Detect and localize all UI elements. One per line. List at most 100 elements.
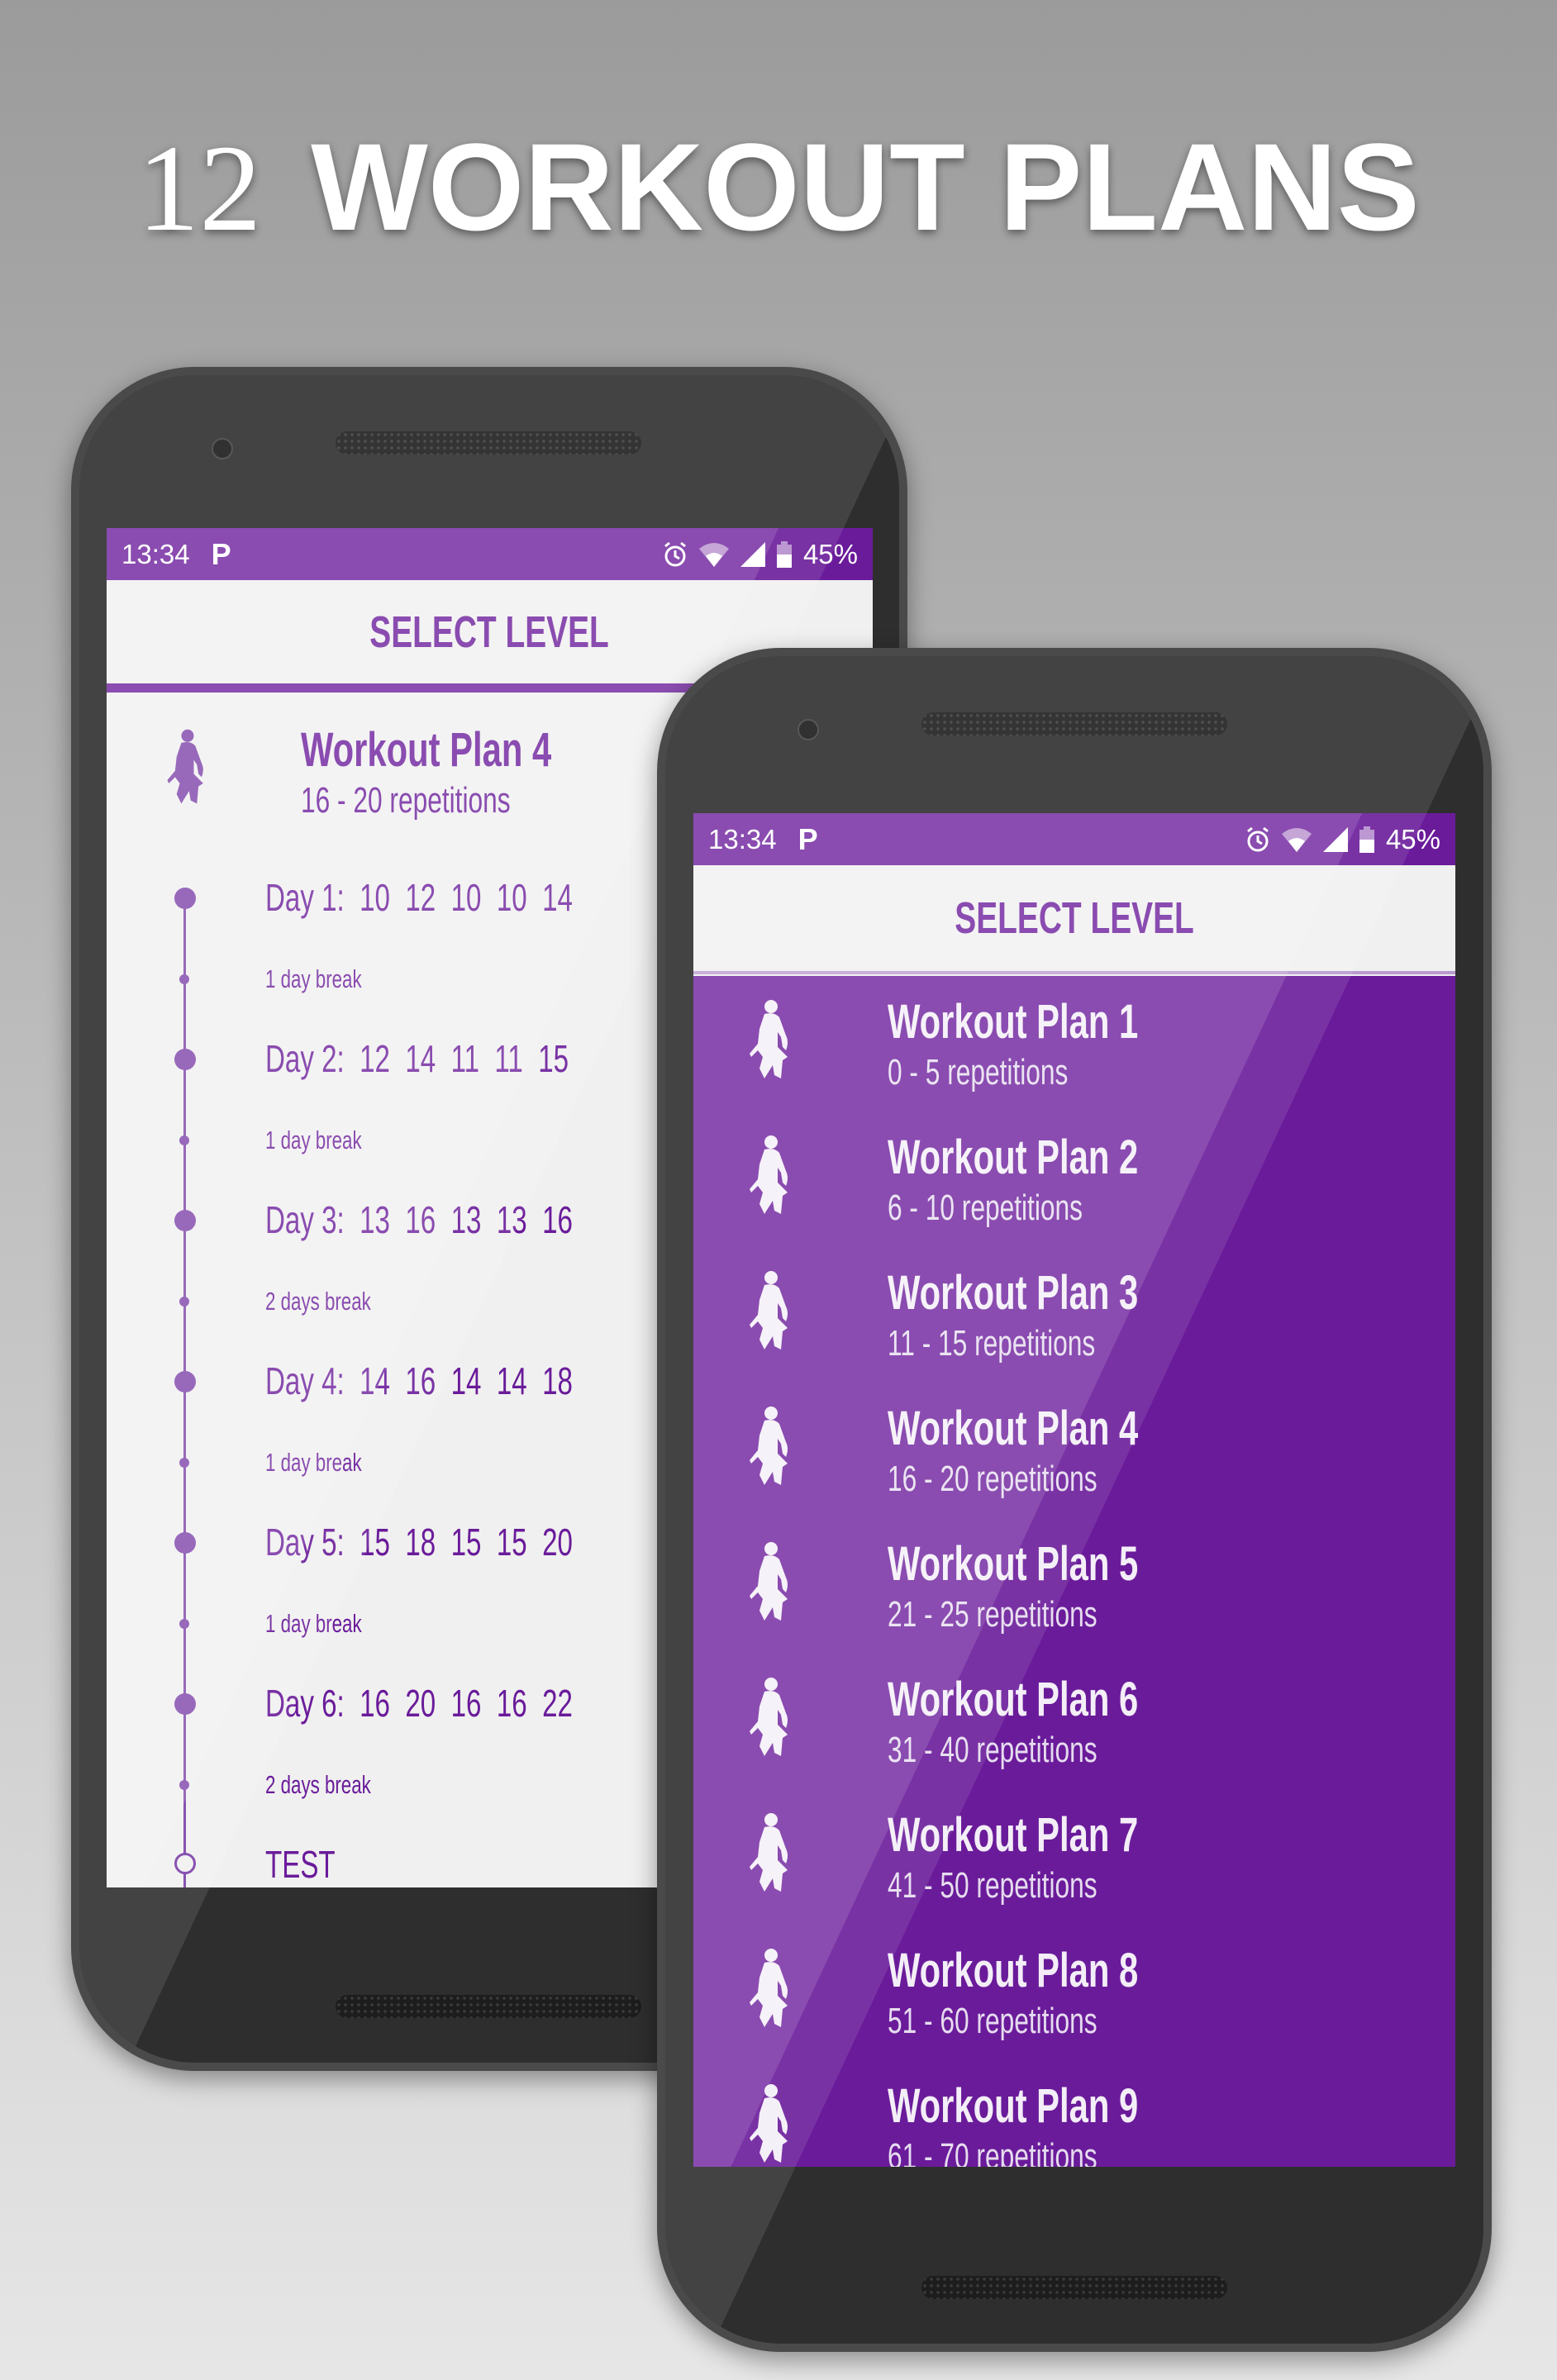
day-label: Day 6: <box>265 1682 345 1725</box>
plan-title: Workout Plan 9 <box>888 2079 1139 2133</box>
front-screen: 13:34 P 45% SELECT LEVEL Workout Plan 1 … <box>693 813 1455 2167</box>
alarm-icon <box>1247 826 1269 851</box>
wifi-icon <box>1281 827 1312 852</box>
timeline-break-dot <box>179 1135 189 1145</box>
athlete-icon <box>741 1135 799 1217</box>
timeline-break-dot <box>179 974 189 984</box>
day-label: Day 5: <box>265 1521 345 1564</box>
timeline-day-dot <box>174 888 196 909</box>
timeline-break: 2 days break <box>265 1287 371 1316</box>
timeline-day-dot <box>174 1210 196 1231</box>
plan-subtitle: 6 - 10 repetitions <box>888 1188 1083 1228</box>
day-reps: 15 18 15 15 20 <box>359 1521 573 1564</box>
plan-title: Workout Plan 8 <box>888 1944 1139 1997</box>
athlete-icon <box>741 1812 799 1895</box>
page-title: SELECT LEVEL <box>955 893 1194 943</box>
status-time: 13:34 <box>708 823 777 854</box>
timeline-day-dot <box>174 1371 196 1392</box>
plan-item[interactable]: Workout Plan 4 16 - 20 repetitions <box>693 1383 1455 1518</box>
timeline-day-dot <box>174 1693 196 1715</box>
notification-icon: P <box>211 536 231 571</box>
timeline-day[interactable]: Day 1: 10 12 10 10 14 <box>265 875 693 920</box>
plan-subtitle: 41 - 50 repetitions <box>888 1865 1098 1906</box>
plan-item[interactable]: Workout Plan 5 21 - 25 repetitions <box>693 1518 1455 1654</box>
status-time: 13:34 <box>121 538 190 569</box>
plan-item[interactable]: Workout Plan 6 31 - 40 repetitions <box>693 1654 1455 1789</box>
test-marker <box>174 1853 196 1874</box>
athlete-icon <box>160 726 214 809</box>
athlete-icon <box>741 1406 799 1488</box>
athlete-icon <box>741 1541 799 1624</box>
day-reps: 10 12 10 10 14 <box>359 876 573 919</box>
timeline-day[interactable]: Day 6: 16 20 16 16 22 <box>265 1681 693 1726</box>
timeline-break-dot <box>179 1780 189 1790</box>
front-phone: 13:34 P 45% SELECT LEVEL Workout Plan 1 … <box>657 648 1492 2352</box>
signal-icon <box>740 541 765 567</box>
plan-title: Workout Plan 6 <box>888 1673 1139 1726</box>
timeline-break: 1 day break <box>265 1609 362 1638</box>
plan-title: Workout Plan 1 <box>888 995 1139 1049</box>
day-label: Day 1: <box>265 876 345 919</box>
plan-item[interactable]: Workout Plan 9 61 - 70 repetitions <box>693 2060 1455 2167</box>
athlete-icon <box>741 1677 799 1759</box>
plan-item[interactable]: Workout Plan 8 51 - 60 repetitions <box>693 1925 1455 2060</box>
battery-percent: 45% <box>1385 823 1440 854</box>
timeline-break-dot <box>179 1619 189 1629</box>
day-reps: 14 16 14 14 18 <box>359 1359 573 1402</box>
timeline-day[interactable]: Day 4: 14 16 14 14 18 <box>265 1359 693 1403</box>
page-title: SELECT LEVEL <box>369 607 610 657</box>
battery-icon <box>1359 826 1374 853</box>
plan-item[interactable]: Workout Plan 7 41 - 50 repetitions <box>693 1789 1455 1925</box>
plan-title: Workout Plan 7 <box>888 1808 1139 1862</box>
timeline-break: 1 day break <box>265 1126 362 1154</box>
timeline-day-dot <box>174 1049 196 1070</box>
plan-item[interactable]: Workout Plan 1 0 - 5 repetitions <box>693 976 1455 1111</box>
top-speaker <box>921 712 1227 735</box>
plan-title: Workout Plan 2 <box>888 1130 1139 1184</box>
plan-subtitle: 16 - 20 repetitions <box>888 1459 1098 1499</box>
timeline-day-dot <box>174 1532 196 1554</box>
timeline-break: 1 day break <box>265 964 362 993</box>
timeline-day[interactable]: Day 2: 12 14 11 11 15 <box>265 1036 687 1081</box>
alarm-icon <box>664 541 686 566</box>
day-reps: 16 20 16 16 22 <box>359 1682 573 1725</box>
signal-icon <box>1322 826 1348 852</box>
battery-percent: 45% <box>802 538 858 569</box>
timeline-day[interactable]: Day 3: 13 16 13 13 16 <box>265 1197 693 1242</box>
day-reps: 13 16 13 13 16 <box>359 1198 573 1241</box>
timeline-day[interactable]: Day 5: 15 18 15 15 20 <box>265 1520 693 1564</box>
day-label: Day 4: <box>265 1359 345 1402</box>
plan-subtitle: 21 - 25 repetitions <box>888 1594 1098 1635</box>
plan-item[interactable]: Workout Plan 3 11 - 15 repetitions <box>693 1247 1455 1383</box>
battery-icon <box>776 540 792 568</box>
plan-title: Workout Plan 4 <box>301 723 552 777</box>
hero-number: 12 <box>137 120 262 257</box>
plan-subtitle: 51 - 60 repetitions <box>888 2001 1098 2041</box>
day-label: Day 2: <box>265 1037 345 1080</box>
status-bar: 13:34 P 45% <box>107 528 873 580</box>
plan-item[interactable]: Workout Plan 2 6 - 10 repetitions <box>693 1111 1455 1247</box>
timeline-break-dot <box>179 1297 189 1307</box>
timeline-break: 1 day break <box>265 1448 362 1477</box>
plan-subtitle: 0 - 5 repetitions <box>888 1052 1069 1092</box>
bottom-speaker <box>921 2276 1227 2299</box>
timeline-break: 2 days break <box>265 1770 371 1799</box>
test-label[interactable]: TEST <box>265 1842 363 1887</box>
plan-subtitle: 11 - 15 repetitions <box>888 1323 1096 1364</box>
athlete-icon <box>741 1270 799 1353</box>
hero-title: 12 WORKOUT PLANS <box>0 116 1557 259</box>
athlete-icon <box>741 2083 799 2166</box>
hero-text: WORKOUT PLANS <box>311 117 1420 256</box>
status-bar: 13:34 P 45% <box>693 813 1455 865</box>
plan-title: Workout Plan 3 <box>888 1266 1139 1320</box>
plan-subtitle: 31 - 40 repetitions <box>888 1730 1098 1770</box>
top-speaker <box>336 431 641 455</box>
plan-subtitle: 16 - 20 repetitions <box>301 780 511 821</box>
plan-title: Workout Plan 4 <box>888 1402 1139 1455</box>
front-camera <box>798 719 819 740</box>
plan-list: Workout Plan 1 0 - 5 repetitions Workout… <box>693 976 1455 2167</box>
timeline-break-dot <box>179 1458 189 1468</box>
athlete-icon <box>741 999 799 1082</box>
screen-header: SELECT LEVEL <box>693 865 1455 974</box>
bottom-speaker <box>336 1995 641 2018</box>
